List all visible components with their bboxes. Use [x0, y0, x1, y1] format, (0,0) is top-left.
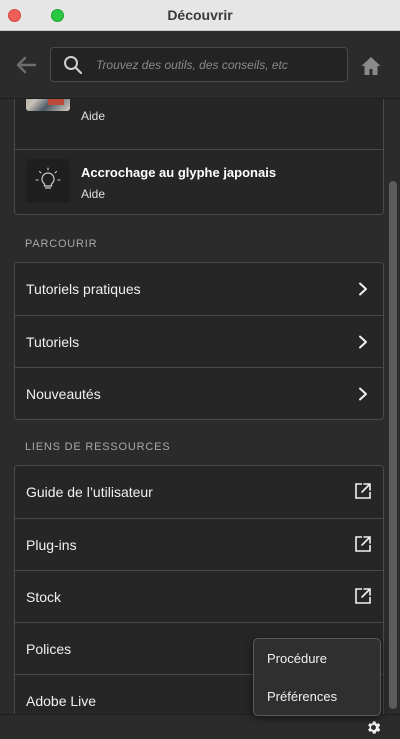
search-icon [64, 56, 83, 75]
browse-item-tutoriels-pratiques[interactable]: Tutoriels pratiques [15, 263, 383, 315]
toolbar [0, 31, 400, 99]
home-icon[interactable] [360, 55, 382, 77]
bottom-bar [0, 714, 400, 739]
browse-item-tutoriels[interactable]: Tutoriels [15, 315, 383, 367]
search-input[interactable] [96, 48, 336, 81]
list-item-label: Nouveautés [26, 386, 101, 402]
list-item-label: Guide de l’utilisateur [26, 484, 153, 500]
external-link-icon [355, 536, 371, 552]
browse-section-header: PARCOURIR [25, 238, 98, 250]
chevron-right-icon [359, 282, 367, 296]
menu-item-procedure[interactable]: Procédure [267, 651, 327, 666]
chevron-right-icon [359, 335, 367, 349]
title-bar: Découvrir [0, 0, 400, 31]
resources-section-header: LIENS DE RESSOURCES [25, 441, 171, 453]
help-item[interactable]: sociaux Aide [15, 99, 383, 149]
list-item-label: Polices [26, 641, 72, 657]
help-item-subtitle: Aide [81, 187, 106, 201]
resource-item-plugins[interactable]: Plug-ins [15, 518, 383, 570]
discover-panel-content: sociaux Aide Accrochage au glyphe japona… [0, 99, 386, 714]
resource-item-stock[interactable]: Stock [15, 570, 383, 622]
help-item-title: sociaux [81, 99, 129, 102]
settings-popup-menu: Procédure Préférences [253, 638, 381, 716]
chevron-right-icon [359, 387, 367, 401]
list-item-label: Plug-ins [26, 537, 77, 553]
window-title: Découvrir [167, 7, 233, 23]
help-results-card: sociaux Aide Accrochage au glyphe japona… [14, 99, 384, 215]
browse-item-nouveautes[interactable]: Nouveautés [15, 367, 383, 419]
lightbulb-icon [35, 167, 61, 189]
list-item-label: Stock [26, 589, 62, 605]
help-item-subtitle: Aide [81, 109, 106, 123]
list-item-label: Adobe Live [26, 693, 97, 709]
help-item[interactable]: Accrochage au glyphe japonais Aide [15, 149, 383, 213]
help-item-thumbnail [26, 159, 70, 203]
menu-item-preferences[interactable]: Préférences [267, 689, 337, 704]
external-link-icon [355, 483, 371, 499]
scrollbar-thumb[interactable] [389, 181, 397, 709]
resource-item-guide[interactable]: Guide de l’utilisateur [15, 466, 383, 518]
collage-thumbnail [26, 99, 70, 111]
help-item-title: Accrochage au glyphe japonais [81, 165, 277, 180]
list-item-label: Tutoriels [26, 334, 80, 350]
browse-list: Tutoriels pratiques Tutoriels Nouveautés [14, 262, 384, 420]
gear-icon[interactable] [365, 719, 382, 736]
scrollbar[interactable] [386, 99, 400, 714]
search-box [50, 47, 348, 82]
external-link-icon [355, 588, 371, 604]
arrow-left-icon[interactable] [14, 53, 38, 77]
list-item-label: Tutoriels pratiques [26, 281, 141, 297]
